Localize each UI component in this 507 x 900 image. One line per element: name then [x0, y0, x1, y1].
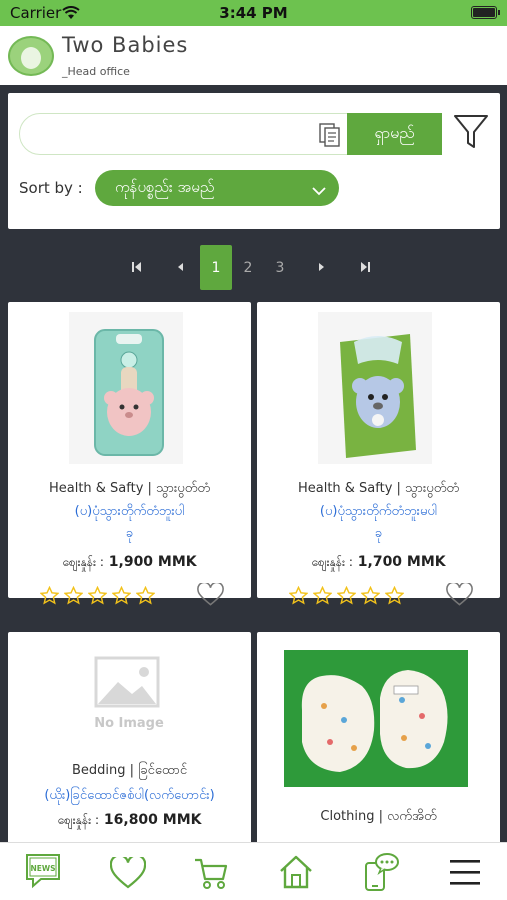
star-icon — [88, 586, 107, 605]
star-icon — [313, 586, 332, 605]
app-logo — [8, 36, 54, 76]
search-panel: ရှာမည် Sort by : ကုန်ပစ္စည်း အမည် — [8, 93, 500, 229]
menu-icon[interactable] — [449, 858, 481, 890]
star-icon — [361, 586, 380, 605]
product-card[interactable]: Clothing | လက်အိတ် — [257, 632, 500, 842]
home-icon[interactable] — [278, 854, 314, 894]
contact-phone-chat-icon[interactable] — [363, 853, 399, 895]
chevron-down-icon — [312, 182, 326, 200]
product-image — [69, 312, 183, 464]
rating-stars[interactable] — [40, 586, 155, 605]
search-input[interactable] — [34, 120, 304, 148]
search-button[interactable]: ရှာမည် — [347, 113, 442, 155]
product-category: Clothing | လက်အိတ် — [320, 809, 437, 824]
next-page-icon[interactable] — [313, 259, 329, 279]
page-1-button[interactable]: 1 — [200, 245, 232, 290]
product-card[interactable]: Health & Safty | သွားပွတ်တံ (ပ)ပုံသွားတိ… — [257, 302, 500, 606]
product-price: စျေးနှုန်း : 1,700 MMK — [257, 554, 500, 572]
cart-icon[interactable] — [194, 857, 228, 895]
product-image — [318, 312, 432, 464]
product-name[interactable]: (ယိုး)ခြင်ထောင်ဇစ်ပါ(လက်ဟောင်း) — [12, 785, 247, 807]
star-icon — [40, 586, 59, 605]
status-time: 3:44 PM — [219, 4, 288, 22]
product-category: Health & Safty | သွားပွတ်တံ — [48, 481, 211, 496]
sort-label: Sort by : — [19, 179, 83, 197]
news-icon[interactable]: NEWS — [25, 853, 61, 893]
rating-stars[interactable] — [289, 586, 404, 605]
product-name-line: (ပ)ပုံသွားတိုက်တံဘူးမပါ — [319, 504, 438, 519]
no-image-label: No Image — [94, 716, 164, 731]
pagination: 1 2 3 — [0, 245, 507, 290]
product-card[interactable]: No Image Bedding | ခြင်ထောင် (ယိုး)ခြင်ထ… — [8, 632, 251, 842]
app-header: Two Babies _Head office — [0, 26, 507, 85]
product-name-line: ခု — [125, 526, 134, 541]
last-page-icon[interactable] — [358, 259, 374, 279]
product-name[interactable]: (ပ)ပုံသွားတိုက်တံဘူးမပါ ခု — [261, 501, 496, 545]
star-icon — [289, 586, 308, 605]
page-2-button[interactable]: 2 — [232, 245, 264, 290]
product-name-line: (ပ)ပုံသွားတိုက်တံဘူးပါ — [74, 504, 185, 519]
prev-page-icon[interactable] — [173, 259, 189, 279]
bottom-nav: NEWS — [0, 842, 507, 900]
star-icon — [64, 586, 83, 605]
paste-icon[interactable] — [319, 123, 341, 151]
star-icon — [136, 586, 155, 605]
no-image-placeholder: No Image — [84, 654, 174, 738]
price-value: 1,900 MMK — [108, 554, 197, 570]
product-category: Health & Safty | သွားပွတ်တံ — [297, 481, 460, 496]
star-icon — [385, 586, 404, 605]
app-title: Two Babies — [62, 33, 189, 57]
page-3-button[interactable]: 3 — [264, 245, 296, 290]
branch-subtitle: _Head office — [62, 65, 130, 78]
star-icon — [337, 586, 356, 605]
product-name-line: (ယိုး)ခြင်ထောင်ဇစ်ပါ(လက်ဟောင်း) — [44, 788, 215, 803]
product-image — [284, 650, 468, 787]
product-price: စျေးနှုန်း : 1,900 MMK — [8, 554, 251, 572]
sort-selected-value: ကုန်ပစ္စည်း အမည် — [115, 178, 215, 196]
wishlist-heart-icon[interactable] — [197, 581, 224, 611]
price-value: 16,800 MMK — [103, 812, 202, 828]
product-name[interactable]: (ပ)ပုံသွားတိုက်တံဘူးပါ ခု — [12, 501, 247, 545]
price-value: 1,700 MMK — [357, 554, 446, 570]
status-bar: Carrier 3:44 PM — [0, 0, 507, 26]
favorites-heart-icon[interactable] — [109, 854, 147, 893]
first-page-icon[interactable] — [128, 259, 144, 279]
news-icon-label: NEWS — [30, 864, 55, 873]
search-field — [19, 113, 352, 155]
sort-select[interactable]: ကုန်ပစ္စည်း အမည် — [95, 170, 339, 206]
star-icon — [112, 586, 131, 605]
price-label: စျေးနှုန်း : — [311, 555, 353, 569]
product-card[interactable]: Health & Safty | သွားပွတ်တံ (ပ)ပုံသွားတိ… — [8, 302, 251, 606]
product-name-line: ခု — [374, 526, 383, 541]
product-price: စျေးနှုန်း : 16,800 MMK — [8, 812, 251, 830]
battery-icon — [471, 6, 500, 19]
filter-icon[interactable] — [453, 113, 489, 155]
wishlist-heart-icon[interactable] — [446, 581, 473, 611]
product-category: Bedding | ခြင်ထောင် — [71, 763, 188, 778]
price-label: စျေးနှုန်း : — [57, 813, 100, 827]
price-label: စျေးနှုန်း : — [62, 555, 104, 569]
product-grid: Health & Safty | သွားပွတ်တံ (ပ)ပုံသွားတိ… — [0, 302, 507, 842]
